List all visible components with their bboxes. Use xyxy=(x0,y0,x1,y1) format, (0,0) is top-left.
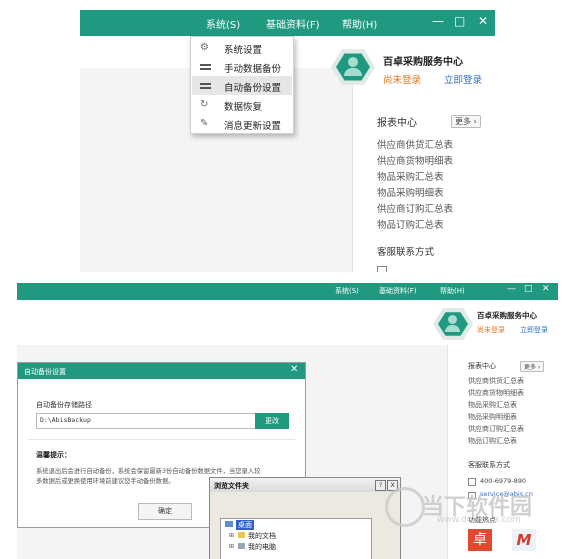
menu-help[interactable]: 帮助(H) xyxy=(342,16,377,31)
center-title: 百卓采购服务中心 xyxy=(477,311,537,320)
backup-path-input[interactable]: D:\AbisBackup xyxy=(36,413,256,429)
list-icon xyxy=(200,64,211,70)
folder-tree: 桌面 ⊞ 我的文档 ⊞ 我的电脑 xyxy=(220,518,372,559)
login-link[interactable]: 立即登录 xyxy=(520,325,548,335)
m-logo-icon[interactable]: M xyxy=(512,529,536,551)
title-bar xyxy=(17,283,558,300)
avatar-body-icon xyxy=(445,325,460,332)
list-icon xyxy=(200,83,211,89)
menu-basic-data[interactable]: 基础资料(F) xyxy=(379,286,417,296)
report-link[interactable]: 物品采购汇总表 xyxy=(468,400,517,410)
tree-item-my-documents[interactable]: 我的文档 xyxy=(248,531,276,541)
gear-icon: ⚙ xyxy=(200,42,209,53)
menu-item-auto-backup-settings[interactable]: 自动备份设置 xyxy=(192,76,292,95)
browse-title: 浏览文件夹 xyxy=(214,482,249,490)
computer-icon xyxy=(238,543,245,549)
menu-basic-data[interactable]: 基础资料(F) xyxy=(266,16,320,31)
app-window-top: 系统(S) 基础资料(F) 帮助(H) — □ ✕ 百卓采购服务中心 尚未登录 … xyxy=(80,10,495,272)
backup-path-label: 自动备份存储路径 xyxy=(36,401,92,409)
reports-title: 报表中心 xyxy=(377,118,417,129)
avatar-head-icon xyxy=(348,57,358,67)
edit-icon: ✎ xyxy=(200,118,209,129)
more-button[interactable]: 更多 › xyxy=(451,115,481,128)
menu-item-label: 系统设置 xyxy=(224,45,263,56)
avatar-head-icon xyxy=(448,315,457,324)
divider xyxy=(352,68,353,272)
menu-system[interactable]: 系统(S) xyxy=(206,16,240,31)
minimize-icon[interactable]: — xyxy=(432,14,444,28)
menu-item-system-settings[interactable]: ⚙ 系统设置 xyxy=(192,38,292,57)
report-link[interactable]: 供应商供货汇总表 xyxy=(468,376,524,386)
menu-item-label: 数据恢复 xyxy=(224,102,263,113)
divider xyxy=(447,345,448,559)
expand-icon[interactable]: ⊞ xyxy=(229,532,234,539)
maximize-icon[interactable]: □ xyxy=(454,14,465,28)
phone-icon xyxy=(377,266,387,272)
menu-item-label: 手动数据备份 xyxy=(224,64,282,75)
dialog-title: 自动备份设置 xyxy=(24,368,66,376)
tree-item-my-computer[interactable]: 我的电脑 xyxy=(248,542,276,552)
report-link[interactable]: 供应商供货汇总表 xyxy=(377,137,453,151)
menu-item-message-update[interactable]: ✎ 消息更新设置 xyxy=(192,114,292,133)
report-link[interactable]: 物品采购汇总表 xyxy=(377,169,444,183)
avatar-body-icon xyxy=(344,68,362,76)
change-path-button[interactable]: 更改 xyxy=(255,413,289,429)
folder-icon xyxy=(238,532,245,538)
report-link[interactable]: 物品订购汇总表 xyxy=(468,436,517,446)
zhuo-logo-icon[interactable]: 卓 xyxy=(468,529,492,551)
browse-folder-dialog: 浏览文件夹 ? X 桌面 ⊞ 我的文档 ⊞ 我的电脑 xyxy=(209,477,401,559)
dialog-close-icon[interactable]: ✕ xyxy=(290,364,298,375)
menu-item-manual-backup[interactable]: 手动数据备份 xyxy=(192,57,292,76)
restore-icon: ↻ xyxy=(200,99,209,110)
contact-title: 客服联系方式 xyxy=(377,247,435,258)
menu-item-label: 自动备份设置 xyxy=(224,83,282,94)
expand-icon[interactable]: ⊞ xyxy=(229,543,234,550)
dialog-divider xyxy=(28,439,295,440)
system-dropdown-menu: ⚙ 系统设置 手动数据备份 自动备份设置 ↻ 数据恢复 ✎ 消息更新设置 xyxy=(190,36,294,134)
menu-item-data-restore[interactable]: ↻ 数据恢复 xyxy=(192,95,292,114)
report-link[interactable]: 供应商订购汇总表 xyxy=(377,201,453,215)
tip-text-line2: 多数据后或更换使用环境前建议您手动备份数据。 xyxy=(36,478,175,485)
watermark-logo xyxy=(385,487,425,527)
report-link[interactable]: 供应商货物明细表 xyxy=(468,388,524,398)
maximize-icon[interactable]: □ xyxy=(524,284,533,294)
report-link[interactable]: 物品采购明细表 xyxy=(377,185,444,199)
menu-item-label: 消息更新设置 xyxy=(224,121,282,132)
ok-button[interactable]: 确定 xyxy=(138,503,192,520)
not-logged-in-label: 尚未登录 xyxy=(383,75,422,86)
help-button[interactable]: ? xyxy=(375,480,386,491)
more-button[interactable]: 更多 › xyxy=(520,361,545,372)
phone-number: 400-6979-890 xyxy=(480,477,527,485)
not-logged-in-label: 尚未登录 xyxy=(477,326,505,334)
phone-icon xyxy=(468,478,476,486)
contact-title: 客服联系方式 xyxy=(468,461,510,469)
close-icon[interactable]: ✕ xyxy=(542,284,550,294)
desktop-icon xyxy=(225,521,233,527)
center-title: 百卓采购服务中心 xyxy=(383,57,463,68)
backup-path-value: D:\AbisBackup xyxy=(40,416,91,424)
login-link[interactable]: 立即登录 xyxy=(444,72,482,86)
more-label: 更多 xyxy=(455,117,471,126)
tip-text-line1: 系统退出后会进行自动备份，系统会保留最新3份自动备份数据文件，当您录入较 xyxy=(36,468,261,475)
more-label: 更多 xyxy=(524,364,537,371)
report-link[interactable]: 物品采购明细表 xyxy=(468,412,517,422)
close-icon[interactable]: ✕ xyxy=(478,14,488,28)
reports-title: 报表中心 xyxy=(468,362,496,370)
report-link[interactable]: 供应商订购汇总表 xyxy=(468,424,524,434)
app-window-bottom: 系统(S) 基础资料(F) 帮助(H) — □ ✕ 百卓采购服务中心 尚未登录 … xyxy=(17,283,558,559)
report-link[interactable]: 物品订购汇总表 xyxy=(377,217,444,231)
menu-system[interactable]: 系统(S) xyxy=(335,286,359,296)
minimize-icon[interactable]: — xyxy=(507,284,516,294)
report-link[interactable]: 供应商货物明细表 xyxy=(377,153,453,167)
tip-title: 温馨提示： xyxy=(36,451,71,459)
tree-item-desktop[interactable]: 桌面 xyxy=(236,520,254,530)
watermark-url: www.downxia.com xyxy=(437,515,521,525)
menu-help[interactable]: 帮助(H) xyxy=(440,286,465,296)
